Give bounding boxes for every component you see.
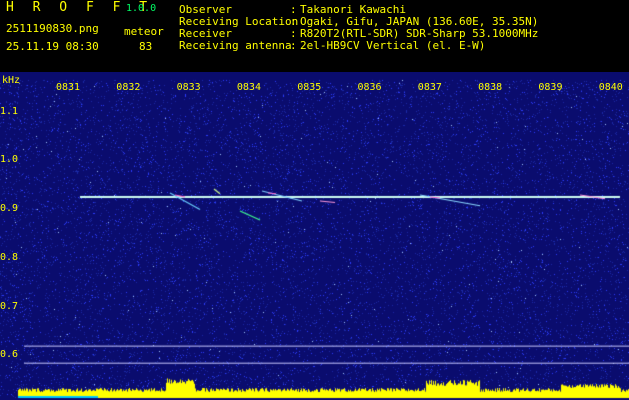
app-version: 1.0.0 — [126, 3, 157, 14]
time-tick-label: 0840 — [598, 82, 623, 93]
spectrogram-canvas — [0, 72, 629, 400]
frequency-tick-label: 1.0 — [0, 154, 19, 166]
frequency-unit-label: kHz — [2, 75, 21, 86]
time-tick-label: 0834 — [236, 82, 261, 93]
time-tick-label: 0833 — [176, 82, 201, 93]
meteor-label: meteor — [124, 25, 164, 38]
frequency-tick-label: 0.7 — [0, 300, 19, 312]
info-separator: : — [290, 39, 297, 52]
time-tick-label: 0832 — [116, 82, 141, 93]
time-tick-label: 0835 — [297, 82, 322, 93]
frequency-tick-label: 0.9 — [0, 203, 19, 215]
time-tick-label: 0837 — [417, 82, 442, 93]
info-key-antenna: Receiving antenna — [179, 39, 292, 52]
spectrogram-panel: kHz 0831 0832 0833 0834 0835 0836 0837 0838 0839… — [0, 72, 629, 400]
info-value-antenna: 2el-HB9CV Vertical (el. E-W) — [300, 39, 486, 52]
time-tick-label: 0838 — [478, 82, 503, 93]
file-name: 2511190830.png — [6, 22, 99, 35]
date-time: 25.11.19 08:30 — [6, 40, 99, 53]
frequency-tick-label: 0.6 — [0, 349, 19, 361]
time-tick-label: 0831 — [56, 82, 81, 93]
time-tick-label: 0836 — [357, 82, 382, 93]
time-tick-label: 0839 — [538, 82, 563, 93]
header-panel: H R O F F T 1.0.0 2511190830.png meteor … — [0, 0, 629, 72]
frequency-tick-label: 0.8 — [0, 251, 19, 263]
frequency-tick-label: 1.1 — [0, 105, 19, 117]
meteor-count: 83 — [139, 40, 153, 53]
